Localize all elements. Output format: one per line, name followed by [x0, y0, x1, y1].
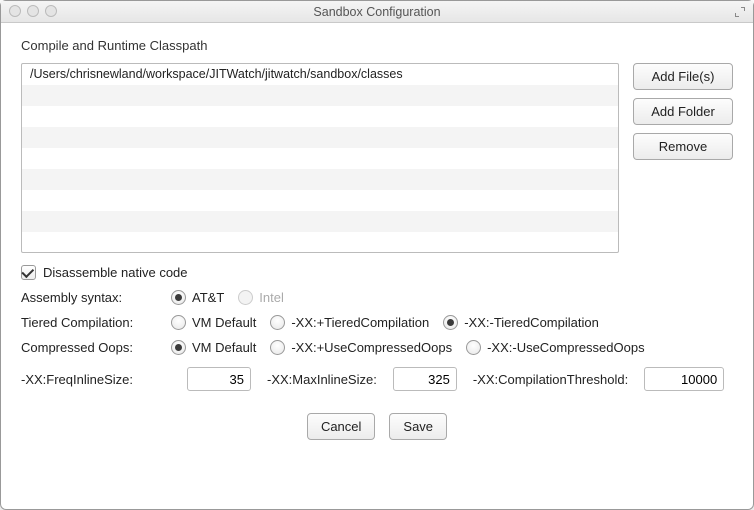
list-item[interactable]	[22, 211, 618, 232]
radio-icon	[171, 340, 186, 355]
list-item[interactable]	[22, 232, 618, 253]
add-folder-button[interactable]: Add Folder	[633, 98, 733, 125]
radio-tiered-default[interactable]: VM Default	[171, 315, 256, 330]
minimize-icon[interactable]	[27, 5, 39, 17]
titlebar: Sandbox Configuration	[1, 1, 753, 23]
radio-oops-on[interactable]: -XX:+UseCompressedOops	[270, 340, 452, 355]
window-controls	[9, 5, 57, 17]
remove-button[interactable]: Remove	[633, 133, 733, 160]
classpath-list[interactable]: /Users/chrisnewland/workspace/JITWatch/j…	[21, 63, 619, 253]
classpath-label: Compile and Runtime Classpath	[21, 38, 733, 53]
zoom-icon[interactable]	[45, 5, 57, 17]
disassemble-label: Disassemble native code	[43, 265, 188, 280]
radio-oops-default[interactable]: VM Default	[171, 340, 256, 355]
max-inline-input[interactable]	[393, 367, 457, 391]
radio-icon	[171, 315, 186, 330]
radio-label: VM Default	[192, 315, 256, 330]
list-item[interactable]	[22, 85, 618, 106]
radio-icon	[238, 290, 253, 305]
close-icon[interactable]	[9, 5, 21, 17]
cancel-button[interactable]: Cancel	[307, 413, 375, 440]
radio-icon	[270, 315, 285, 330]
radio-icon	[466, 340, 481, 355]
radio-icon	[171, 290, 186, 305]
radio-label: Intel	[259, 290, 284, 305]
radio-assembly-intel: Intel	[238, 290, 284, 305]
tiered-label: Tiered Compilation:	[21, 315, 171, 330]
radio-label: -XX:+TieredCompilation	[291, 315, 429, 330]
list-item[interactable]: /Users/chrisnewland/workspace/JITWatch/j…	[22, 64, 618, 85]
radio-assembly-att[interactable]: AT&T	[171, 290, 224, 305]
assembly-syntax-label: Assembly syntax:	[21, 290, 171, 305]
freq-inline-label: -XX:FreqInlineSize:	[21, 372, 171, 387]
list-item[interactable]	[22, 106, 618, 127]
add-files-button[interactable]: Add File(s)	[633, 63, 733, 90]
radio-tiered-off[interactable]: -XX:-TieredCompilation	[443, 315, 599, 330]
save-button[interactable]: Save	[389, 413, 447, 440]
radio-icon	[443, 315, 458, 330]
radio-label: VM Default	[192, 340, 256, 355]
compressed-oops-label: Compressed Oops:	[21, 340, 171, 355]
freq-inline-input[interactable]	[187, 367, 251, 391]
compilation-threshold-input[interactable]	[644, 367, 724, 391]
list-item[interactable]	[22, 148, 618, 169]
list-item[interactable]	[22, 190, 618, 211]
disassemble-checkbox[interactable]	[21, 265, 36, 280]
radio-icon	[270, 340, 285, 355]
max-inline-label: -XX:MaxInlineSize:	[267, 372, 377, 387]
radio-oops-off[interactable]: -XX:-UseCompressedOops	[466, 340, 645, 355]
radio-label: AT&T	[192, 290, 224, 305]
list-item[interactable]	[22, 127, 618, 148]
radio-label: -XX:+UseCompressedOops	[291, 340, 452, 355]
radio-tiered-on[interactable]: -XX:+TieredCompilation	[270, 315, 429, 330]
resize-icon[interactable]	[733, 5, 747, 19]
compilation-threshold-label: -XX:CompilationThreshold:	[473, 372, 628, 387]
radio-label: -XX:-TieredCompilation	[464, 315, 599, 330]
list-item[interactable]	[22, 169, 618, 190]
window-title: Sandbox Configuration	[313, 5, 440, 19]
radio-label: -XX:-UseCompressedOops	[487, 340, 645, 355]
